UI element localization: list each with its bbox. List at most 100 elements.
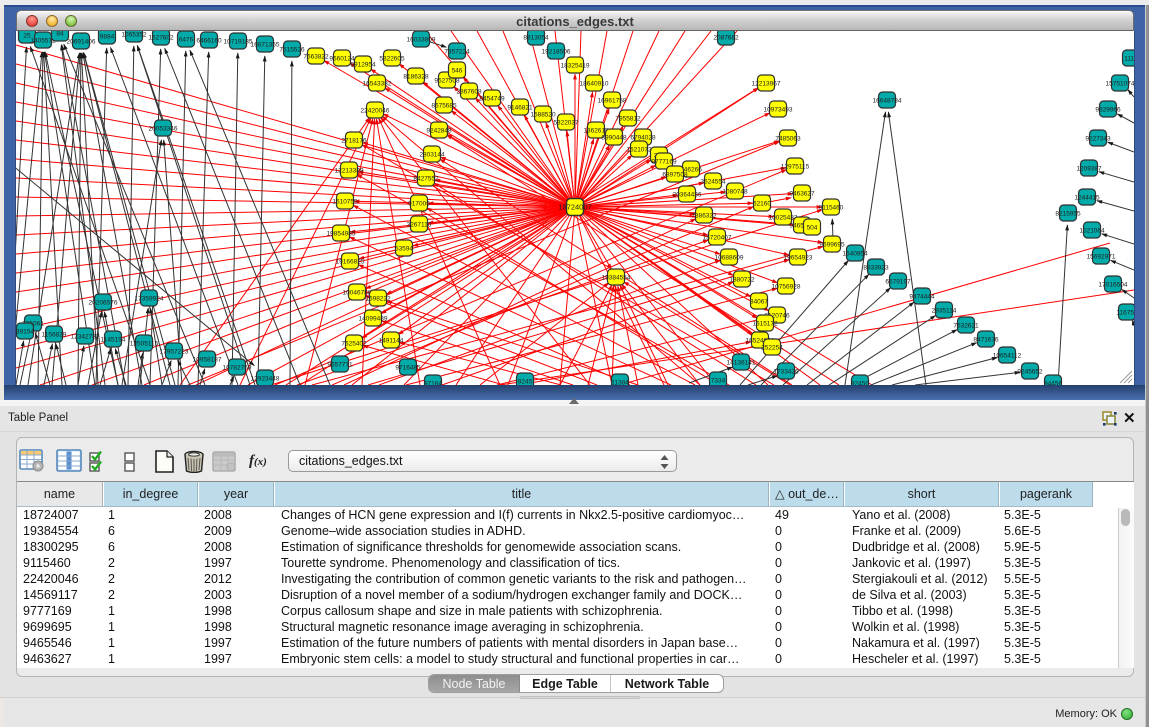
svg-text:16782759: 16782759 (223, 365, 252, 372)
svg-text:9245: 9245 (518, 379, 533, 386)
svg-text:116753: 116753 (1116, 310, 1134, 317)
svg-text:94456: 94456 (1044, 381, 1062, 386)
svg-text:9329966: 9329966 (1095, 107, 1121, 114)
svg-text:8215955: 8215955 (1055, 211, 1081, 218)
svg-text:7955812: 7955812 (615, 116, 641, 123)
svg-text:17359924: 17359924 (135, 296, 164, 303)
svg-text:18640910: 18640910 (580, 81, 609, 88)
svg-text:84067: 84067 (750, 299, 768, 306)
svg-text:1615172: 1615172 (752, 321, 778, 328)
svg-text:9884: 9884 (100, 34, 115, 41)
svg-text:6466160: 6466160 (196, 38, 222, 45)
svg-text:6897508: 6897508 (662, 172, 688, 179)
svg-text:39154: 39154 (16, 329, 34, 336)
svg-text:1880722: 1880722 (729, 277, 755, 284)
svg-text:9474444: 9474444 (909, 294, 935, 301)
svg-text:11384: 11384 (611, 380, 629, 386)
svg-text:7663822: 7663822 (303, 54, 329, 61)
svg-text:546: 546 (452, 68, 463, 75)
svg-text:3624554: 3624554 (700, 179, 726, 186)
svg-text:8933923: 8933923 (863, 265, 889, 272)
svg-text:10958187: 10958187 (193, 357, 222, 364)
svg-text:5322605: 5322605 (379, 56, 405, 63)
svg-text:1145194: 1145194 (101, 337, 126, 344)
svg-text:6679197: 6679197 (885, 279, 911, 286)
svg-text:252254: 252254 (761, 345, 783, 352)
svg-text:8427552: 8427552 (413, 176, 439, 183)
svg-text:19166825: 19166825 (336, 259, 365, 266)
svg-text:1698222: 1698222 (365, 296, 391, 303)
svg-text:19854985: 19854985 (327, 231, 356, 238)
svg-text:16543382: 16543382 (363, 81, 392, 88)
svg-text:1117: 1117 (1124, 56, 1134, 63)
svg-text:19384554: 19384554 (602, 275, 631, 282)
svg-text:9716485: 9716485 (395, 365, 421, 372)
svg-text:7632621: 7632621 (953, 323, 979, 330)
svg-text:12975115: 12975115 (781, 164, 810, 171)
svg-text:6476: 6476 (179, 37, 194, 44)
svg-text:9657771: 9657771 (327, 362, 353, 369)
svg-text:8813054: 8813054 (523, 35, 549, 42)
svg-text:1080748: 1080748 (722, 189, 748, 196)
svg-text:7625402: 7625402 (341, 341, 367, 348)
svg-text:18724007: 18724007 (558, 203, 591, 212)
svg-text:9146821: 9146821 (507, 105, 533, 112)
svg-text:9463627: 9463627 (789, 191, 815, 198)
svg-text:1021064: 1021064 (1079, 228, 1105, 235)
svg-text:9245652: 9245652 (1017, 369, 1043, 376)
svg-text:10756928: 10756928 (772, 284, 801, 291)
svg-text:8912954: 8912954 (350, 62, 376, 69)
svg-text:20206576: 20206576 (89, 300, 118, 307)
svg-text:9777169: 9777169 (651, 159, 677, 166)
svg-text:5322037: 5322037 (553, 120, 579, 127)
svg-text:10688609: 10688609 (715, 255, 744, 262)
svg-text:1065352: 1065352 (121, 32, 147, 39)
svg-text:12213389: 12213389 (335, 168, 364, 175)
svg-text:22420046: 22420046 (361, 108, 390, 115)
svg-text:7485063: 7485063 (775, 136, 801, 143)
svg-text:8186328: 8186328 (403, 74, 429, 81)
svg-text:8471676: 8471676 (973, 337, 999, 344)
svg-text:1588520: 1588520 (530, 112, 556, 119)
svg-text:9242848: 9242848 (426, 128, 452, 135)
svg-text:8454749: 8454749 (479, 96, 505, 103)
svg-text:92450: 92450 (851, 381, 869, 386)
svg-text:15720407: 15720407 (703, 235, 732, 242)
svg-text:1733426: 1733426 (773, 369, 799, 376)
svg-text:15692971: 15692971 (1087, 254, 1116, 261)
svg-text:10654112: 10654112 (993, 353, 1022, 360)
svg-text:12213967: 12213967 (752, 81, 781, 88)
svg-text:10719185: 10719185 (224, 39, 253, 46)
svg-text:1491144: 1491144 (379, 338, 404, 345)
svg-text:1527602: 1527602 (148, 35, 174, 42)
svg-text:9699695: 9699695 (819, 242, 845, 249)
svg-text:1209387: 1209387 (1076, 166, 1102, 173)
svg-text:8675685: 8675685 (431, 103, 457, 110)
svg-text:1610755: 1610755 (332, 199, 358, 206)
svg-text:7357224: 7357224 (444, 49, 470, 56)
svg-text:10973493: 10973493 (764, 107, 793, 114)
svg-text:20053346: 20053346 (149, 126, 178, 133)
svg-text:2867608: 2867608 (456, 89, 482, 96)
svg-text:1621072: 1621072 (626, 147, 652, 154)
svg-text:19218506: 19218506 (542, 49, 571, 56)
svg-text:9227343: 9227343 (1085, 136, 1111, 143)
svg-text:17957223: 17957223 (160, 349, 189, 356)
svg-text:19654923: 19654923 (784, 255, 813, 262)
svg-text:7386322: 7386322 (691, 213, 717, 220)
svg-text:7334: 7334 (711, 378, 726, 385)
svg-text:504: 504 (807, 225, 818, 232)
svg-text:20691406: 20691406 (67, 39, 96, 46)
svg-text:7515526: 7515526 (279, 47, 305, 54)
svg-text:53594: 53594 (395, 246, 413, 253)
svg-text:17016504: 17016504 (1099, 282, 1128, 289)
svg-text:2935114: 2935114 (932, 308, 957, 315)
svg-text:2803144: 2803144 (419, 152, 445, 159)
svg-text:84: 84 (56, 31, 64, 38)
svg-text:16961758: 16961758 (598, 98, 627, 105)
svg-text:2087682: 2087682 (713, 35, 739, 42)
svg-text:3267110: 3267110 (407, 222, 432, 229)
svg-text:97164: 97164 (424, 381, 442, 386)
svg-text:9115460: 9115460 (819, 205, 844, 212)
svg-text:15751074: 15751074 (1106, 81, 1134, 88)
